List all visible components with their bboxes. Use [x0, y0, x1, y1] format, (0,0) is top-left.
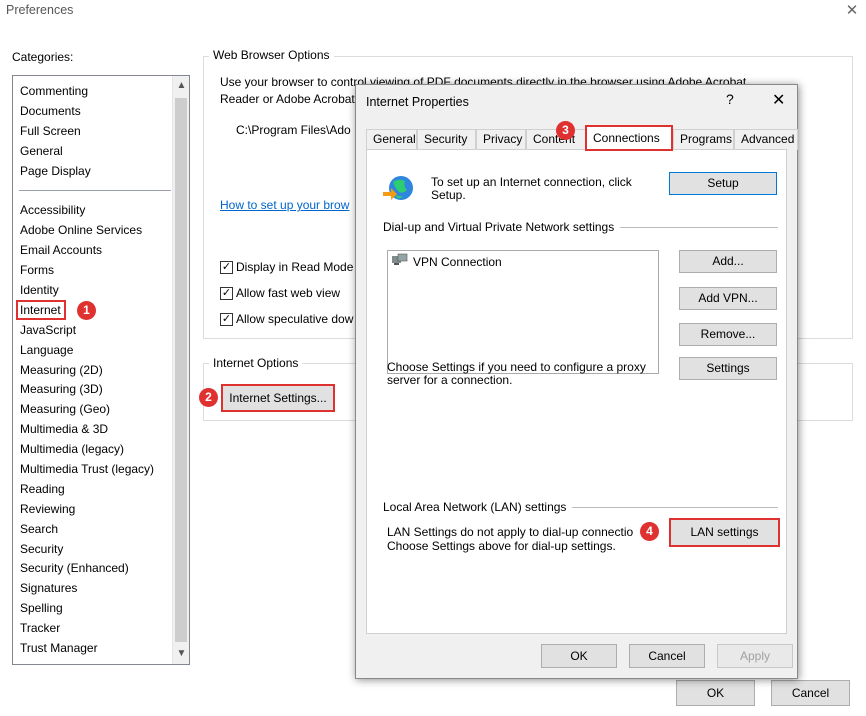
step-badge-2: 2	[199, 388, 218, 407]
how-to-setup-link[interactable]: How to set up your brow	[220, 198, 349, 212]
tab-advanced[interactable]: Advanced	[734, 129, 798, 150]
allow-speculative-download-checkbox[interactable]: ✓ Allow speculative dow	[220, 312, 353, 326]
proxy-description-line1: Choose Settings if you need to configure…	[387, 360, 646, 374]
sidebar-item-multimedia-legacy[interactable]: Multimedia (legacy)	[19, 439, 171, 459]
proxy-description-line2: server for a connection.	[387, 373, 513, 387]
checkmark-icon[interactable]: ✓	[220, 260, 233, 274]
section-divider	[572, 506, 778, 508]
sidebar-item-internet[interactable]: Internet	[16, 299, 66, 320]
web-browser-options-title: Web Browser Options	[209, 48, 334, 62]
sidebar-item-adobe-online-services[interactable]: Adobe Online Services	[19, 220, 171, 240]
lan-section-label: Local Area Network (LAN) settings	[383, 500, 567, 514]
chevron-up-icon[interactable]: ▲	[173, 76, 189, 96]
tab-security[interactable]: Security	[417, 129, 476, 150]
dialog-title: Internet Properties	[366, 95, 469, 109]
display-read-mode-checkbox[interactable]: ✓ Display in Read Mode	[220, 260, 353, 274]
lan-section-heading: Local Area Network (LAN) settings	[383, 500, 778, 514]
sidebar-item-accessibility[interactable]: Accessibility	[19, 200, 171, 220]
sidebar-item-trust-manager[interactable]: Trust Manager	[19, 638, 171, 658]
internet-properties-dialog: Internet Properties ? ✕ General Security…	[355, 84, 798, 679]
dialog-apply-button: Apply	[717, 644, 793, 668]
sidebar-item-measuring-3d[interactable]: Measuring (3D)	[19, 379, 171, 399]
allow-speculative-download-label: Allow speculative dow	[236, 312, 354, 326]
step-badge-3: 3	[556, 121, 575, 140]
settings-button[interactable]: Settings	[679, 357, 777, 380]
scrollbar-thumb[interactable]	[175, 98, 187, 642]
add-vpn-button[interactable]: Add VPN...	[679, 287, 777, 310]
sidebar-item-full-screen[interactable]: Full Screen	[19, 121, 171, 141]
step-badge-1: 1	[77, 301, 96, 320]
dialog-cancel-button[interactable]: Cancel	[629, 644, 705, 668]
sidebar-item-javascript[interactable]: JavaScript	[19, 320, 171, 340]
window-title: Preferences	[6, 3, 74, 17]
dialup-section-label: Dial-up and Virtual Private Network sett…	[383, 220, 615, 234]
allow-fast-web-view-label: Allow fast web view	[236, 286, 341, 300]
lan-settings-button[interactable]: LAN settings	[669, 518, 780, 547]
sidebar-item-page-display[interactable]: Page Display	[19, 161, 171, 181]
sidebar-item-signatures[interactable]: Signatures	[19, 578, 171, 598]
display-read-mode-label: Display in Read Mode	[236, 260, 354, 274]
sidebar-item-tracker[interactable]: Tracker	[19, 618, 171, 638]
sidebar-item-reading[interactable]: Reading	[19, 479, 171, 499]
section-divider	[620, 226, 778, 228]
sidebar-item-multimedia-3d[interactable]: Multimedia & 3D	[19, 419, 171, 439]
lan-description-line1: LAN Settings do not apply to dial-up con…	[387, 525, 634, 539]
sidebar-item-measuring-geo[interactable]: Measuring (Geo)	[19, 399, 171, 419]
step-badge-4: 4	[640, 522, 659, 541]
lan-description-line2: Choose Settings above for dial-up settin…	[387, 539, 616, 553]
categories-label: Categories:	[12, 50, 74, 64]
cancel-button[interactable]: Cancel	[771, 680, 850, 706]
tab-connections[interactable]: Connections	[585, 125, 673, 151]
chevron-down-icon[interactable]: ▼	[173, 644, 189, 664]
setup-description-line2: Setup.	[431, 188, 466, 202]
tab-privacy[interactable]: Privacy	[476, 129, 526, 150]
sidebar-item-language[interactable]: Language	[19, 340, 171, 360]
tab-general[interactable]: General	[366, 129, 417, 150]
sidebar-item-reviewing[interactable]: Reviewing	[19, 499, 171, 519]
vpn-connections-list[interactable]: VPN Connection	[387, 250, 659, 374]
checkmark-icon[interactable]: ✓	[220, 286, 233, 300]
sidebar-item-email-accounts[interactable]: Email Accounts	[19, 240, 171, 260]
vpn-connection-label: VPN Connection	[413, 254, 502, 269]
window-close-button[interactable]: ✕	[843, 0, 861, 20]
checkmark-icon[interactable]: ✓	[220, 312, 233, 326]
sidebar-item-spelling[interactable]: Spelling	[19, 598, 171, 618]
dialup-section-heading: Dial-up and Virtual Private Network sett…	[383, 220, 778, 234]
sidebar-item-identity[interactable]: Identity	[19, 280, 171, 300]
list-item[interactable]: VPN Connection	[391, 253, 502, 270]
sidebar-item-forms[interactable]: Forms	[19, 260, 171, 280]
sidebar-item-security[interactable]: Security	[19, 539, 171, 559]
sidebar-item-security-enhanced[interactable]: Security (Enhanced)	[19, 558, 171, 578]
web-browser-description-line2: Reader or Adobe Acrobat	[220, 92, 355, 106]
sidebar-item-multimedia-trust-legacy[interactable]: Multimedia Trust (legacy)	[19, 459, 171, 479]
sidebar-item-measuring-2d[interactable]: Measuring (2D)	[19, 360, 171, 380]
setup-description-line1: To set up an Internet connection, click	[431, 175, 632, 189]
help-button[interactable]: ?	[726, 91, 734, 107]
add-button[interactable]: Add...	[679, 250, 777, 273]
internet-settings-button[interactable]: Internet Settings...	[221, 384, 335, 412]
sidebar-item-commenting[interactable]: Commenting	[19, 81, 171, 101]
browser-path: C:\Program Files\Ado	[236, 123, 351, 137]
connections-panel: To set up an Internet connection, click …	[366, 149, 787, 634]
dialog-ok-button[interactable]: OK	[541, 644, 617, 668]
sidebar-item-general[interactable]: General	[19, 141, 171, 161]
category-separator	[19, 180, 171, 200]
internet-options-title: Internet Options	[209, 356, 303, 370]
remove-button[interactable]: Remove...	[679, 323, 777, 346]
categories-list[interactable]: Commenting Documents Full Screen General Pag…	[12, 75, 190, 665]
dialog-close-button[interactable]: ✕	[772, 90, 785, 110]
sidebar-item-documents[interactable]: Documents	[19, 101, 171, 121]
allow-fast-web-view-checkbox[interactable]: ✓ Allow fast web view	[220, 286, 340, 300]
vpn-connection-icon	[391, 253, 409, 270]
categories-scrollbar[interactable]: ▲ ▼	[172, 76, 189, 664]
ok-button[interactable]: OK	[676, 680, 755, 706]
setup-button[interactable]: Setup	[669, 172, 777, 195]
tab-programs[interactable]: Programs	[673, 129, 734, 150]
sidebar-item-search[interactable]: Search	[19, 519, 171, 539]
globe-icon	[381, 172, 415, 206]
